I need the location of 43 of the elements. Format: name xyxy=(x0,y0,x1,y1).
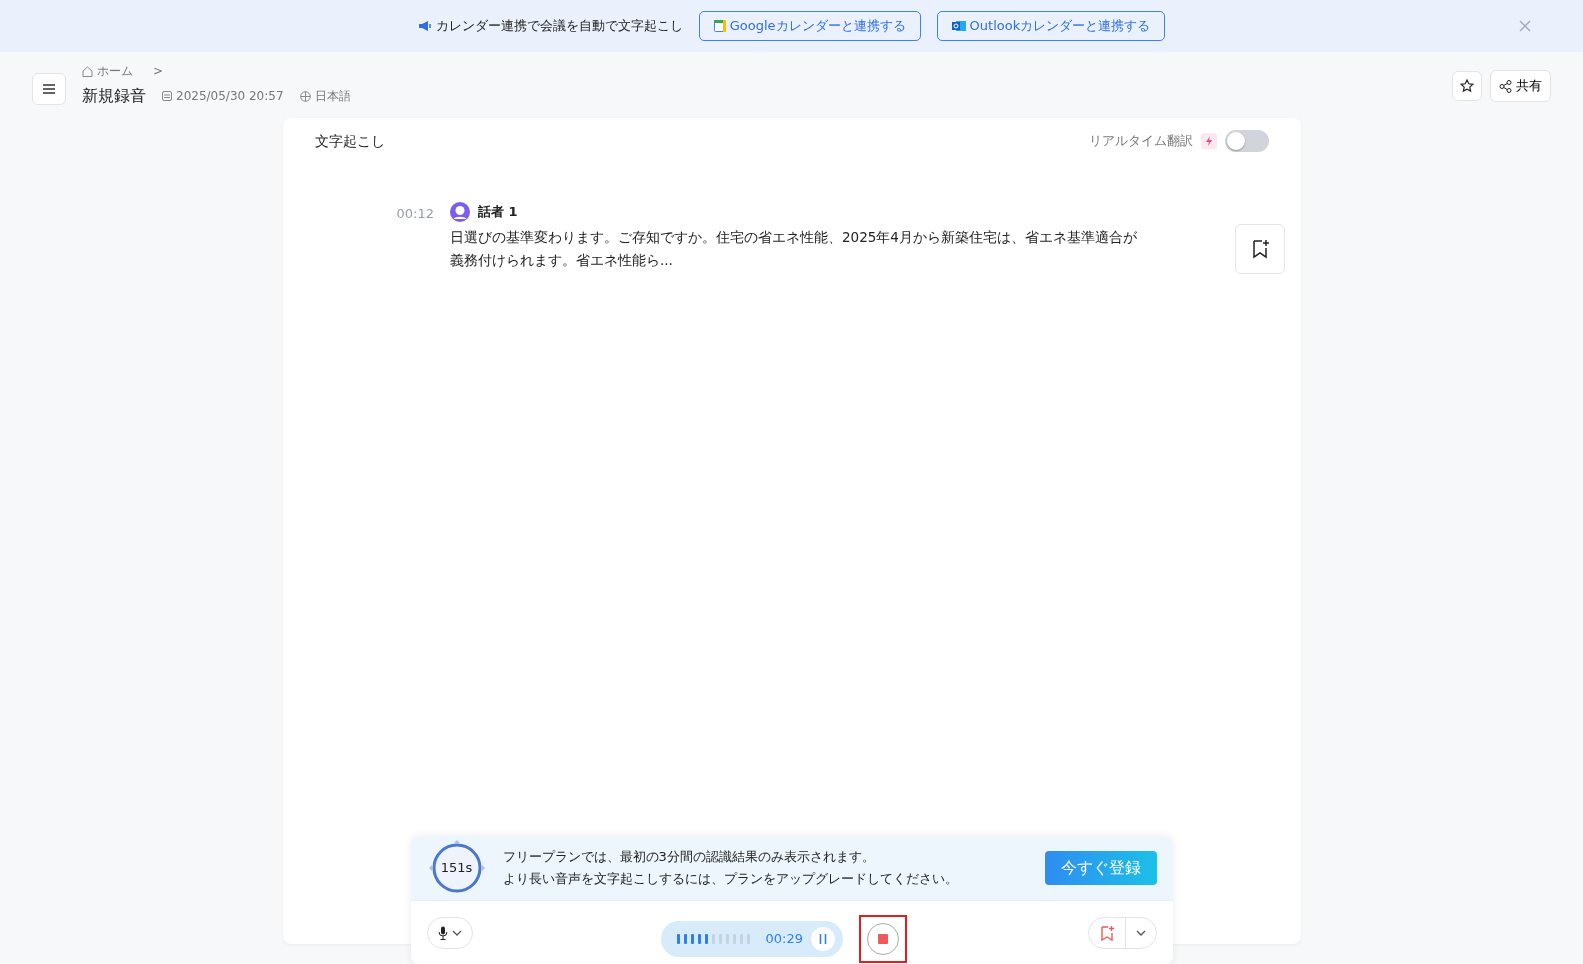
register-button[interactable]: 今すぐ登録 xyxy=(1044,851,1157,885)
breadcrumb-link[interactable]: ホーム xyxy=(97,62,133,80)
stop-icon xyxy=(877,934,888,944)
globe-icon xyxy=(299,90,311,102)
share-button[interactable]: 共有 xyxy=(1490,70,1551,102)
section-title: 文字起こし xyxy=(314,131,385,151)
breadcrumb-separator: > xyxy=(153,63,164,80)
elapsed-time: 00:29 xyxy=(765,930,803,949)
stop-button[interactable] xyxy=(866,923,899,955)
transcript-text: 日選びの基準変わります。ご存知ですか。住宅の省エネ性能、2025年4月から新築住宅は、省エネ基準適合が義務付けられます。省エネ性能ら... xyxy=(449,228,1138,270)
outlook-calendar-button[interactable]: Outlookカレンダーと連携する xyxy=(936,11,1166,41)
translation-label: リアルタイム翻訳 xyxy=(1088,132,1193,151)
star-icon xyxy=(1460,79,1474,93)
notice-text: フリープランでは、最初の3分間の認識結果のみ表示されます。 xyxy=(502,848,876,866)
pause-icon xyxy=(818,934,827,944)
marker-button-group[interactable] xyxy=(1087,916,1157,949)
microphone-button[interactable] xyxy=(426,916,473,949)
chevron-down-icon xyxy=(451,929,462,936)
banner-text: カレンダー連携で会議を自動で文字起こし xyxy=(435,17,683,36)
share-icon xyxy=(1499,79,1512,93)
recording-date: 2025/05/30 20:57 xyxy=(176,88,284,105)
menu-button[interactable] xyxy=(32,73,66,105)
microphone-icon xyxy=(437,925,448,940)
pause-button[interactable] xyxy=(810,927,835,951)
menu-icon xyxy=(43,84,55,94)
avatar-icon xyxy=(449,202,470,222)
chevron-down-icon[interactable] xyxy=(1135,929,1146,936)
recording-title: 新規録音 xyxy=(82,85,146,107)
speaker-name: 話者 1 xyxy=(477,203,518,222)
favorite-button[interactable] xyxy=(1452,71,1482,101)
close-icon[interactable] xyxy=(1519,20,1531,32)
translation-toggle[interactable] xyxy=(1224,130,1269,152)
google-calendar-button[interactable]: Googleカレンダーと連携する xyxy=(698,11,921,41)
bookmark-button[interactable] xyxy=(1234,224,1285,274)
notice-text: より長い音声を文字起こしするには、プランをアップグレードしてください。 xyxy=(502,870,959,888)
timestamp: 00:12 xyxy=(396,205,434,223)
timer-value: 151s xyxy=(440,859,473,878)
bookmark-plus-icon xyxy=(1250,239,1269,259)
calendar-icon xyxy=(713,20,726,32)
megaphone-icon xyxy=(417,19,432,33)
home-icon xyxy=(82,65,93,77)
bookmark-plus-icon[interactable] xyxy=(1098,924,1115,941)
recording-language: 日本語 xyxy=(314,88,351,105)
